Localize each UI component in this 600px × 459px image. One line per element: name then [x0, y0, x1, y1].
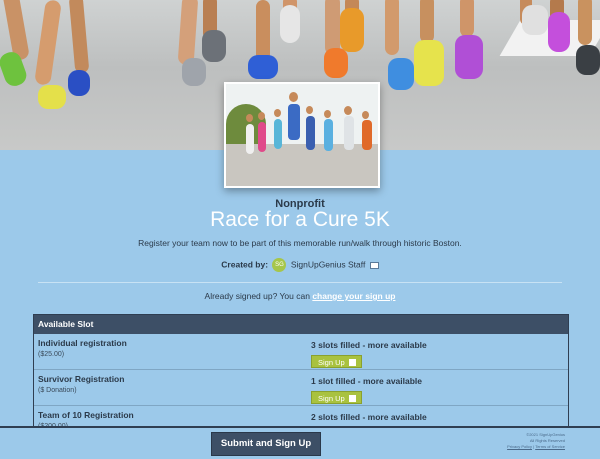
runner-leg — [460, 0, 474, 37]
runner-leg — [385, 0, 399, 55]
checkbox-icon — [349, 395, 356, 402]
terms-of-service-link[interactable]: Terms of Service — [535, 444, 565, 449]
sign-up-label: Sign Up — [318, 358, 345, 367]
already-signed-up-text: Already signed up? You can change your s… — [0, 291, 600, 301]
runner-shoe — [522, 5, 548, 35]
runner-shoe — [455, 35, 483, 79]
runner-shoe — [548, 12, 570, 52]
runner-shoe — [414, 40, 444, 86]
event-description: Register your team now to be part of thi… — [138, 238, 462, 248]
runner-leg — [2, 0, 30, 61]
runner-shoe — [324, 48, 348, 78]
runner-shoe — [182, 58, 206, 86]
change-signup-link[interactable]: change your sign up — [312, 291, 395, 301]
runner-shoe — [68, 70, 90, 96]
runner-leg — [177, 0, 199, 66]
runner-shoe — [340, 8, 364, 52]
creator-line: Created by: SG SignUpGenius Staff — [0, 258, 600, 272]
slot-name: Individual registration — [38, 338, 127, 348]
table-row: Survivor Registration ($ Donation) 1 slo… — [34, 370, 568, 406]
slot-name: Team of 10 Registration — [38, 410, 134, 420]
runner-leg — [256, 0, 270, 62]
event-thumbnail-image — [224, 82, 380, 188]
slots-table-header: Available Slot — [34, 315, 568, 334]
runner-shoe — [576, 45, 600, 75]
slot-name: Survivor Registration — [38, 374, 125, 384]
slot-status: 3 slots filled - more available — [311, 340, 427, 350]
runner-shoe — [202, 30, 226, 62]
divider — [38, 282, 562, 283]
slot-price: ($25.00) — [38, 351, 65, 358]
runner-leg — [578, 0, 592, 45]
sign-up-label: Sign Up — [318, 394, 345, 403]
sign-up-button[interactable]: Sign Up — [311, 391, 362, 404]
slot-price: ($ Donation) — [38, 387, 77, 394]
creator-name: SignUpGenius Staff — [290, 259, 366, 270]
runner-shoe — [280, 5, 300, 43]
slot-status: 1 slot filled - more available — [311, 376, 423, 386]
privacy-policy-link[interactable]: Privacy Policy — [507, 444, 532, 449]
runner-shoe — [38, 85, 66, 109]
runner-leg — [68, 0, 90, 74]
runner-leg — [34, 0, 62, 86]
sign-up-button[interactable]: Sign Up — [311, 355, 362, 368]
already-text: Already signed up? You can — [204, 291, 310, 301]
submit-and-sign-up-button[interactable]: Submit and Sign Up — [211, 432, 321, 456]
created-by-label: Created by: — [221, 259, 269, 270]
runner-leg — [420, 0, 434, 43]
creator-avatar: SG — [272, 258, 287, 272]
event-title: Race for a Cure 5K — [210, 208, 390, 231]
table-row: Individual registration ($25.00) 3 slots… — [34, 334, 568, 370]
runner-leg — [325, 0, 340, 55]
legal-footer: ©2021 SignUpGenius All Rights Reserved P… — [485, 432, 565, 450]
runner-shoe — [388, 58, 414, 90]
slot-status: 2 slots filled - more available — [311, 412, 427, 422]
runner-shoe — [248, 55, 278, 79]
checkbox-icon — [349, 359, 356, 366]
mail-icon[interactable] — [369, 261, 379, 269]
